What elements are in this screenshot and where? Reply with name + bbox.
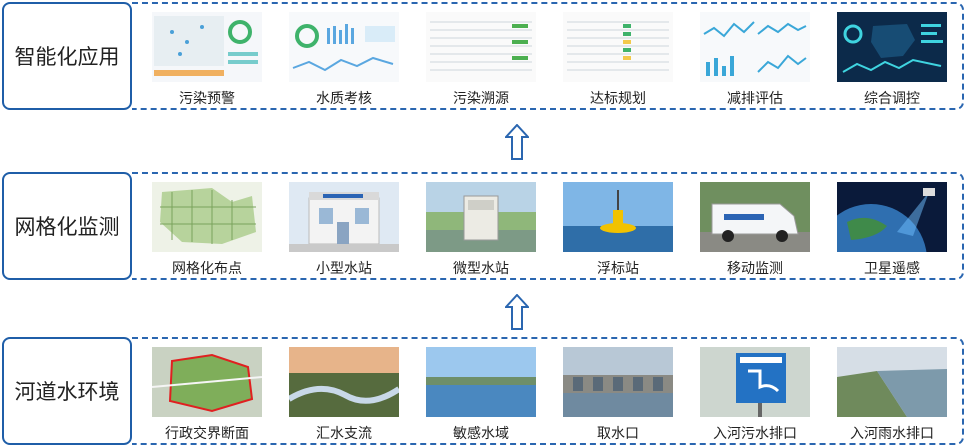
item-label: 取水口 xyxy=(597,426,639,442)
item-buoy-station: 浮标站 xyxy=(563,182,673,278)
micro-station-cabinet-image xyxy=(426,182,536,252)
item-label: 网格化布点 xyxy=(172,261,242,277)
item-sewage-outfall: 入河污水排口 xyxy=(700,347,810,443)
boundary-map-image xyxy=(152,347,262,417)
lake-image xyxy=(426,347,536,417)
item-label: 综合调控 xyxy=(864,91,920,107)
item-label: 行政交界断面 xyxy=(165,426,249,442)
river-bend-image xyxy=(289,347,399,417)
sluice-gate-image xyxy=(563,347,673,417)
layer-content: 行政交界断面 汇水支流 敏感水域 取水口 入河污水排口 入河雨水排口 xyxy=(132,337,964,445)
item-label: 小型水站 xyxy=(316,261,372,277)
layer-title: 河道水环境 xyxy=(2,337,132,445)
item-label: 污染溯源 xyxy=(453,91,509,107)
sewage-outfall-sign-image xyxy=(700,347,810,417)
item-mobile-monitoring: 移动监测 xyxy=(700,182,810,278)
item-label: 浮标站 xyxy=(597,261,639,277)
item-label: 敏感水域 xyxy=(453,426,509,442)
item-stormwater-outfall: 入河雨水排口 xyxy=(837,347,947,443)
item-label: 达标规划 xyxy=(590,91,646,107)
item-water-intake: 取水口 xyxy=(563,347,673,443)
layer-content: 污染预警 水质考核 污染溯源 达标规划 减排评估 综合调控 xyxy=(132,2,964,110)
table-screenshot-image xyxy=(426,12,536,82)
item-admin-boundary-section: 行政交界断面 xyxy=(152,347,262,443)
dashboard-screenshot-image xyxy=(700,12,810,82)
item-label: 入河污水排口 xyxy=(713,426,797,442)
item-grid-placement: 网格化布点 xyxy=(152,182,262,278)
item-label: 入河雨水排口 xyxy=(850,426,934,442)
arrow-up-icon xyxy=(505,124,529,160)
item-water-quality-assessment: 水质考核 xyxy=(289,12,399,108)
arrow-up-icon xyxy=(505,294,529,330)
item-integrated-control: 综合调控 xyxy=(837,12,947,108)
item-label: 卫星遥感 xyxy=(864,261,920,277)
layer-river-environment: 河道水环境 行政交界断面 汇水支流 敏感水域 取水口 入河污水排口 入河雨水排口 xyxy=(2,337,964,445)
table-screenshot-image xyxy=(563,12,673,82)
item-small-station: 小型水站 xyxy=(289,182,399,278)
layer-content: 网格化布点 小型水站 微型水站 浮标站 移动监测 卫星遥感 xyxy=(132,172,964,280)
item-emission-reduction-evaluation: 减排评估 xyxy=(700,12,810,108)
small-station-building-image xyxy=(289,182,399,252)
item-label: 污染预警 xyxy=(179,91,235,107)
layer-grid-monitoring: 网格化监测 网格化布点 小型水站 微型水站 浮标站 移动监测 卫星遥感 xyxy=(2,172,964,280)
item-satellite-remote-sensing: 卫星遥感 xyxy=(837,182,947,278)
item-label: 移动监测 xyxy=(727,261,783,277)
item-pollution-tracing: 污染溯源 xyxy=(426,12,536,108)
river-channel-image xyxy=(837,347,947,417)
item-pollution-warning: 污染预警 xyxy=(152,12,262,108)
dashboard-screenshot-image xyxy=(289,12,399,82)
item-label: 微型水站 xyxy=(453,261,509,277)
item-label: 汇水支流 xyxy=(316,426,372,442)
item-compliance-planning: 达标规划 xyxy=(563,12,673,108)
monitoring-van-image xyxy=(700,182,810,252)
dark-dashboard-image xyxy=(837,12,947,82)
dashboard-screenshot-image xyxy=(152,12,262,82)
layer-title: 网格化监测 xyxy=(2,172,132,280)
item-sensitive-waters: 敏感水域 xyxy=(426,347,536,443)
item-label: 水质考核 xyxy=(316,91,372,107)
grid-map-image xyxy=(152,182,262,252)
satellite-image xyxy=(837,182,947,252)
item-micro-station: 微型水站 xyxy=(426,182,536,278)
layer-title: 智能化应用 xyxy=(2,2,132,110)
buoy-image xyxy=(563,182,673,252)
item-label: 减排评估 xyxy=(727,91,783,107)
layer-smart-application: 智能化应用 污染预警 水质考核 污染溯源 达标规划 减排评估 综合调控 xyxy=(2,2,964,110)
item-tributary: 汇水支流 xyxy=(289,347,399,443)
